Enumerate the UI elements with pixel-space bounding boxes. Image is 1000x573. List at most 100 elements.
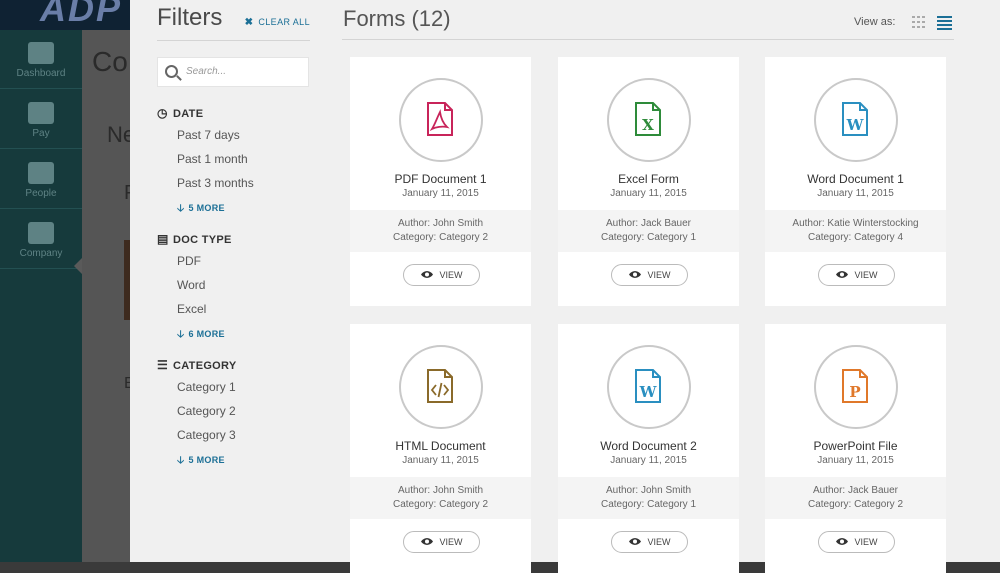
- html-file-icon: [427, 369, 453, 403]
- building-icon: [28, 222, 54, 244]
- view-button[interactable]: VIEW: [611, 264, 688, 286]
- filters-header: Filters ✖ CLEAR ALL: [157, 0, 310, 41]
- nav-label: Pay: [32, 128, 50, 139]
- filters-sidebar: Filters ✖ CLEAR ALL Search... ◷ DATE Past …: [130, 0, 342, 562]
- form-title: Word Document 1: [807, 172, 904, 186]
- view-label: VIEW: [647, 537, 671, 547]
- arrow-down-icon: 🡣: [177, 329, 185, 340]
- form-card[interactable]: W Word Document 2 January 11, 2015 Autho…: [558, 324, 739, 573]
- file-icon-circle: W: [814, 78, 898, 162]
- adp-logo: ADP: [40, 0, 123, 29]
- file-icon-circle: [399, 78, 483, 162]
- clear-all-button[interactable]: ✖ CLEAR ALL: [245, 17, 310, 28]
- view-button[interactable]: VIEW: [403, 531, 480, 553]
- filters-title: Filters: [157, 4, 223, 31]
- eye-icon: [836, 538, 849, 545]
- form-card[interactable]: PDF Document 1 January 11, 2015 Author: …: [350, 57, 531, 306]
- filter-option[interactable]: Excel: [157, 297, 327, 321]
- forms-title: Forms (12): [343, 6, 451, 31]
- form-date: January 11, 2015: [610, 455, 687, 466]
- form-date: January 11, 2015: [817, 188, 894, 199]
- view-button[interactable]: VIEW: [818, 531, 895, 553]
- form-date: January 11, 2015: [402, 455, 479, 466]
- form-meta: Author: Katie Winterstocking Category: C…: [765, 210, 946, 252]
- filter-option[interactable]: PDF: [157, 249, 327, 273]
- filter-option[interactable]: Category 2: [157, 399, 327, 423]
- form-title: PowerPoint File: [813, 439, 898, 453]
- form-date: January 11, 2015: [817, 455, 894, 466]
- powerpoint-file-icon: P: [842, 369, 868, 403]
- form-category: Category: Category 1: [600, 232, 697, 243]
- search-placeholder: Search...: [186, 66, 227, 77]
- form-title: PDF Document 1: [394, 172, 487, 186]
- view-label: VIEW: [854, 537, 878, 547]
- side-nav: Dashboard Pay People Company: [0, 30, 82, 562]
- filter-group-category: ☰ CATEGORY Category 1 Category 2 Category…: [157, 355, 327, 470]
- forms-divider: [342, 39, 954, 40]
- document-icon: ▤: [157, 232, 169, 246]
- filter-option[interactable]: Past 3 months: [157, 171, 327, 195]
- filter-option[interactable]: Word: [157, 273, 327, 297]
- view-button[interactable]: VIEW: [818, 264, 895, 286]
- list-icon: ☰: [157, 358, 169, 372]
- show-more-button[interactable]: 🡣 5 MORE: [157, 201, 327, 218]
- view-label: VIEW: [854, 270, 878, 280]
- form-meta: Author: Jack Bauer Category: Category 2: [765, 477, 946, 519]
- view-label: VIEW: [647, 270, 671, 280]
- filter-group-label: DATE: [173, 108, 204, 120]
- file-icon-circle: P: [814, 345, 898, 429]
- form-title: HTML Document: [395, 439, 486, 453]
- form-date: January 11, 2015: [610, 188, 687, 199]
- grid-view-icon[interactable]: [912, 16, 926, 28]
- search-input[interactable]: Search...: [157, 57, 309, 87]
- forms-overlay-panel: Filters ✖ CLEAR ALL Search... ◷ DATE Past …: [130, 0, 1000, 573]
- form-category: Category: Category 2: [392, 232, 489, 243]
- filter-option[interactable]: Past 7 days: [157, 123, 327, 147]
- form-meta: Author: Jack Bauer Category: Category 1: [558, 210, 739, 252]
- eye-icon: [421, 271, 434, 278]
- nav-item-people[interactable]: People: [0, 150, 82, 209]
- filter-group-header: ◷ DATE: [157, 103, 327, 123]
- filter-option[interactable]: Category 3: [157, 423, 327, 447]
- arrow-down-icon: 🡣: [177, 455, 185, 466]
- word-file-icon: W: [842, 102, 868, 136]
- nav-active-indicator: [74, 258, 82, 274]
- nav-item-company[interactable]: Company: [0, 210, 82, 269]
- form-author: Author: Katie Winterstocking: [792, 218, 919, 229]
- filter-option[interactable]: Past 1 month: [157, 147, 327, 171]
- form-card[interactable]: P PowerPoint File January 11, 2015 Autho…: [765, 324, 946, 573]
- form-card[interactable]: HTML Document January 11, 2015 Author: J…: [350, 324, 531, 573]
- list-view-icon[interactable]: [937, 16, 952, 30]
- arrow-down-icon: 🡣: [177, 203, 185, 214]
- form-category: Category: Category 2: [807, 499, 904, 510]
- nav-item-dashboard[interactable]: Dashboard: [0, 30, 82, 89]
- close-icon: ✖: [244, 17, 254, 28]
- svg-text:W: W: [846, 116, 865, 134]
- pdf-file-icon: [427, 102, 453, 136]
- form-author: Author: John Smith: [605, 485, 692, 496]
- file-icon-circle: W: [607, 345, 691, 429]
- eye-icon: [629, 271, 642, 278]
- form-meta: Author: John Smith Category: Category 1: [558, 477, 739, 519]
- show-more-button[interactable]: 🡣 5 MORE: [157, 453, 327, 470]
- file-icon-circle: [399, 345, 483, 429]
- view-button[interactable]: VIEW: [403, 264, 480, 286]
- form-card[interactable]: X Excel Form January 11, 2015 Author: Ja…: [558, 57, 739, 306]
- filter-option[interactable]: Category 1: [157, 375, 327, 399]
- form-card[interactable]: W Word Document 1 January 11, 2015 Autho…: [765, 57, 946, 306]
- svg-text:W: W: [639, 383, 658, 401]
- form-category: Category: Category 4: [807, 232, 904, 243]
- form-author: Author: John Smith: [397, 485, 484, 496]
- filter-group-date: ◷ DATE Past 7 days Past 1 month Past 3 mo…: [157, 103, 327, 218]
- filter-group-header: ☰ CATEGORY: [157, 355, 327, 375]
- nav-label: Company: [19, 248, 63, 259]
- show-more-button[interactable]: 🡣 6 MORE: [157, 327, 327, 344]
- nav-item-pay[interactable]: Pay: [0, 90, 82, 149]
- eye-icon: [629, 538, 642, 545]
- form-author: Author: Jack Bauer: [605, 218, 692, 229]
- view-button[interactable]: VIEW: [611, 531, 688, 553]
- nav-label: Dashboard: [16, 68, 66, 79]
- eye-icon: [836, 271, 849, 278]
- clear-all-label: CLEAR ALL: [258, 17, 310, 27]
- background-content: Co Ne P E: [82, 30, 137, 562]
